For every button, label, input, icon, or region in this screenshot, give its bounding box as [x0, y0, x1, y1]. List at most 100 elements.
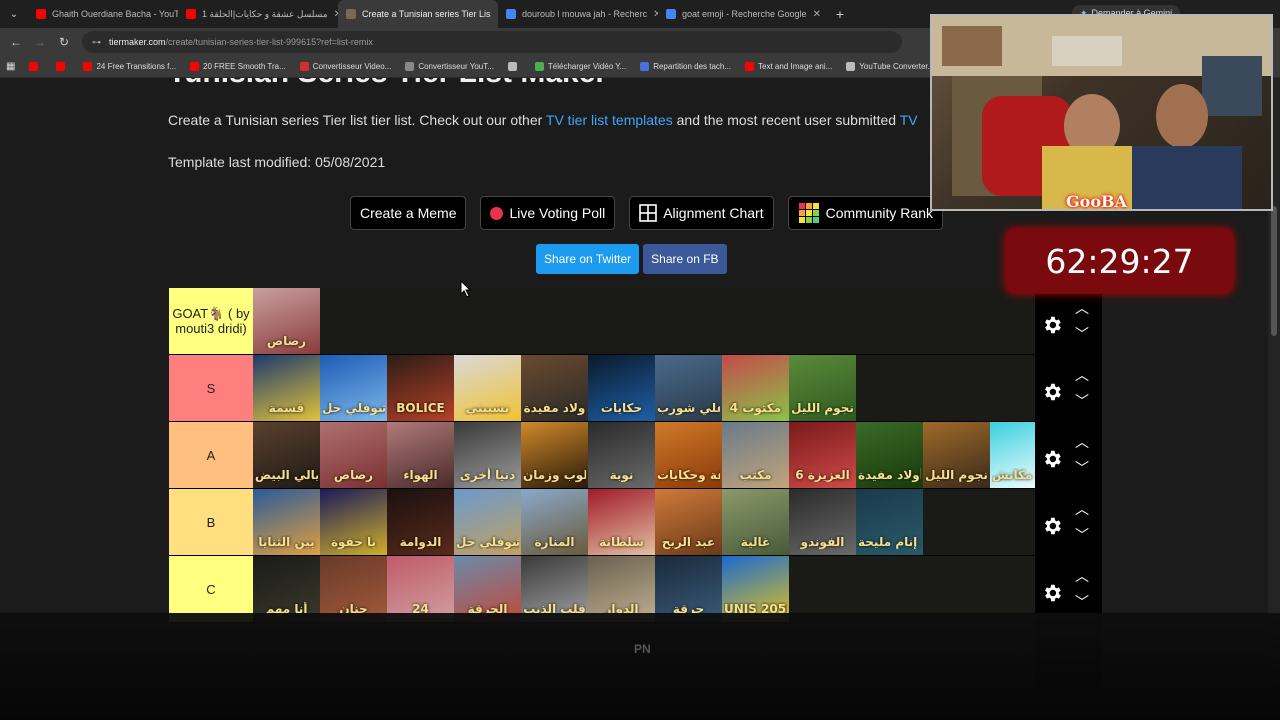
tier-item-title: الدوامة — [399, 535, 442, 549]
tier-item-card[interactable]: شوفلي حل — [320, 355, 387, 421]
share-fb-button[interactable]: Share on FB — [643, 244, 727, 274]
site-info-icon[interactable]: ⊶ — [92, 37, 101, 48]
tier-item-title: المنارة — [534, 535, 575, 549]
tier-label[interactable]: GOAT🐐 ( by mouti3 dridi) — [169, 288, 253, 354]
forward-button[interactable]: → — [28, 35, 52, 49]
tab-close-icon[interactable]: ✕ — [807, 9, 821, 20]
tier-item-card[interactable]: بين الثنايا — [253, 489, 320, 555]
tv-submitted-link[interactable]: TV — [900, 112, 918, 128]
tier-items: الليالي البيض رصاص الهواء دنيا أخرى قلوب وزم… — [253, 422, 1057, 488]
tier-item-card[interactable]: الدوامة — [387, 489, 454, 555]
bookmark-item[interactable]: Télécharger Vidéo Y... — [534, 62, 626, 71]
address-bar[interactable]: ⊶ tiermaker.com/create/tunisian-series-t… — [82, 31, 902, 53]
tier-item-title: الفوندو — [800, 535, 845, 549]
tier-item-card[interactable]: مكتوب 4 — [722, 355, 789, 421]
move-up-icon[interactable]: ︿ — [1075, 499, 1089, 519]
bookmark-favicon-icon — [534, 62, 544, 71]
tier-label[interactable]: A — [169, 422, 253, 488]
tier-item-card[interactable]: حكايات — [588, 355, 655, 421]
browser-tab[interactable]: Ghaith Ouerdiane Bacha - YouT✕ — [28, 0, 178, 28]
move-down-icon[interactable]: ﹀ — [1075, 592, 1089, 612]
tier-item-card[interactable]: المنارة — [521, 489, 588, 555]
new-tab-button[interactable]: + — [828, 6, 852, 22]
gear-icon[interactable] — [1041, 381, 1063, 403]
browser-tab[interactable]: مسلسل عشقة و حكايات|الحلقة 1 ✕ — [178, 0, 338, 28]
alignment-grid-icon — [639, 204, 658, 222]
bookmark-item[interactable] — [507, 62, 521, 71]
tier-item-card[interactable]: أولاد مفيدة — [856, 422, 923, 488]
bookmark-item[interactable]: YouTube Converter... — [846, 62, 934, 71]
move-down-icon[interactable]: ﹀ — [1075, 525, 1089, 545]
scrollbar-thumb[interactable] — [1271, 206, 1277, 336]
bookmark-item[interactable]: Text and Image ani... — [745, 62, 832, 71]
tier-item-card[interactable]: دنيا أخرى — [454, 422, 521, 488]
browser-tab[interactable]: goat emoji - Recherche Google ✕ — [658, 0, 828, 28]
back-button[interactable]: ← — [4, 35, 28, 49]
tier-item-card[interactable]: رصاص — [253, 288, 320, 354]
alignment-chart-button[interactable]: Alignment Chart — [629, 196, 774, 230]
tier-item-card[interactable]: نجوم الليل — [789, 355, 856, 421]
apps-grid-icon[interactable]: ▦ — [6, 61, 15, 72]
community-rank-button[interactable]: Community Rank — [787, 196, 943, 230]
tier-item-card[interactable]: الفوندو — [789, 489, 856, 555]
live-voting-poll-button[interactable]: Live Voting Poll — [480, 196, 616, 230]
tier-label[interactable]: B — [169, 489, 253, 555]
tier-item-card[interactable]: ولاد مفيدة — [521, 355, 588, 421]
move-up-icon[interactable]: ︿ — [1075, 298, 1089, 318]
tier-item-card[interactable]: BOLICE — [387, 355, 454, 421]
tab-title: Ghaith Ouerdiane Bacha - YouT — [52, 9, 178, 19]
tier-item-card[interactable]: شوفلي حل — [454, 489, 521, 555]
tier-item-card[interactable]: نوبة — [588, 422, 655, 488]
tier-item-title: الليالي البيض — [255, 468, 318, 482]
bookmark-favicon-icon — [56, 62, 66, 71]
tier-item-card[interactable]: يا حقوة — [320, 489, 387, 555]
tier-item-card[interactable]: سلطانة — [588, 489, 655, 555]
tier-item-card[interactable]: غالية — [722, 489, 789, 555]
bookmark-item[interactable]: 24 Free Transitions f... — [83, 62, 176, 71]
share-twitter-button[interactable]: Share on Twitter — [536, 244, 640, 274]
action-buttons: Create a Meme Live Voting Poll Alignment… — [350, 196, 943, 230]
gear-icon[interactable] — [1041, 582, 1063, 604]
tier-item-card[interactable]: مكتب — [722, 422, 789, 488]
tier-item-card[interactable]: نجوم الليل — [923, 422, 990, 488]
reload-button[interactable]: ↻ — [52, 35, 76, 49]
tier-item-card[interactable]: نسيبتي — [454, 355, 521, 421]
move-down-icon[interactable]: ﹀ — [1075, 458, 1089, 478]
move-down-icon[interactable]: ﹀ — [1075, 324, 1089, 344]
tab-close-icon[interactable]: ✕ — [491, 9, 498, 20]
create-meme-button[interactable]: Create a Meme — [350, 196, 467, 230]
bookmark-item[interactable] — [29, 62, 42, 71]
tab-search-icon[interactable]: ⌄ — [0, 9, 28, 20]
tier-item-card[interactable]: قلوب وزمان — [521, 422, 588, 488]
move-up-icon[interactable]: ︿ — [1075, 365, 1089, 385]
tier-label[interactable]: S — [169, 355, 253, 421]
gear-icon[interactable] — [1041, 515, 1063, 537]
browser-tab[interactable]: douroub l mouwa jah - Recherc ✕ — [498, 0, 658, 28]
tier-item-card[interactable]: من إنام مليحة — [856, 489, 923, 555]
bookmark-item[interactable]: 20 FREE Smooth Tra... — [190, 62, 286, 71]
browser-tab[interactable]: Create a Tunisian series Tier Lis✕ — [338, 0, 498, 28]
tab-close-icon[interactable]: ✕ — [647, 9, 658, 20]
tier-item-card[interactable]: عشقة وحكايات — [655, 422, 722, 488]
gear-icon[interactable] — [1041, 448, 1063, 470]
tier-item-card[interactable]: الهواء — [387, 422, 454, 488]
move-up-icon[interactable]: ︿ — [1075, 432, 1089, 452]
bookmark-item[interactable]: Repartition des tach... — [640, 62, 731, 71]
tier-item-card[interactable]: الليالي البيض — [253, 422, 320, 488]
tier-item-card[interactable]: رصاص — [320, 422, 387, 488]
tier-item-card[interactable]: عبد الربح — [655, 489, 722, 555]
bookmark-item[interactable] — [56, 62, 69, 71]
move-up-icon[interactable]: ︿ — [1075, 566, 1089, 586]
bookmark-item[interactable]: Convertisseur Video... — [299, 62, 391, 71]
gear-icon[interactable] — [1041, 314, 1063, 336]
tv-templates-link[interactable]: TV tier list templates — [546, 112, 673, 128]
tier-control: ︿ ﹀ — [1035, 361, 1102, 428]
tier-item-card[interactable]: العزيزة 6 — [789, 422, 856, 488]
tier-item-title: قلوب وزمان — [523, 468, 586, 482]
tier-item-card[interactable]: قسمة — [253, 355, 320, 421]
move-down-icon[interactable]: ﹀ — [1075, 391, 1089, 411]
tab-close-icon[interactable]: ✕ — [328, 9, 338, 20]
bookmark-favicon-icon — [29, 62, 39, 71]
bookmark-item[interactable]: Convertisseur YouT... — [405, 62, 494, 71]
tier-item-card[interactable]: علي شورب — [655, 355, 722, 421]
